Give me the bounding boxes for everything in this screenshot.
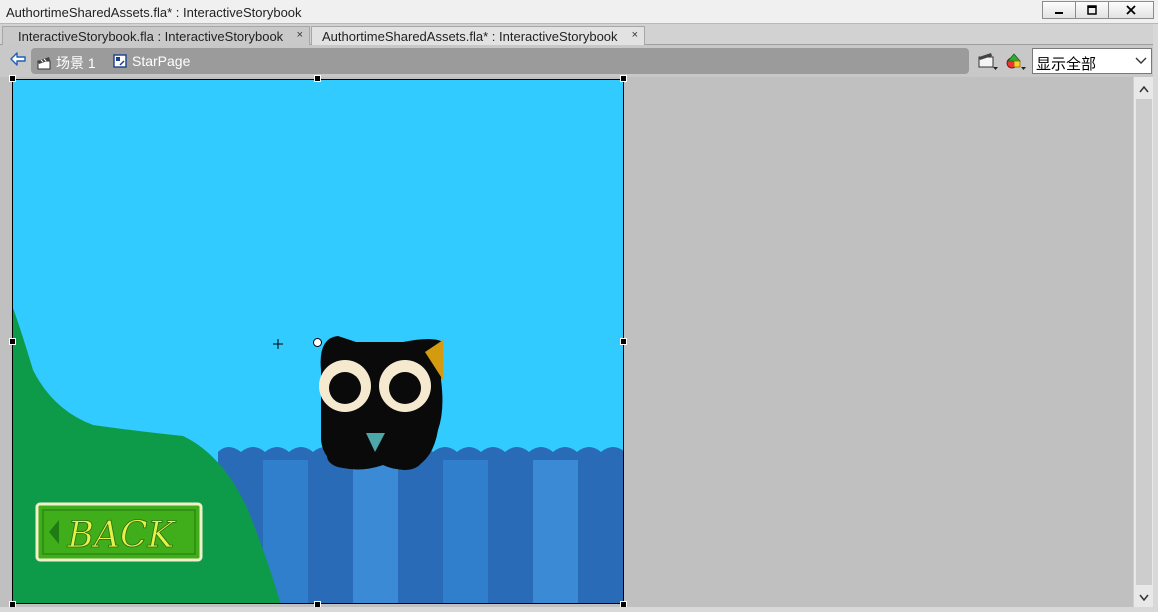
minimize-button[interactable]: [1042, 1, 1076, 19]
clapperboard-icon: [37, 57, 51, 70]
breadcrumb: 场景 1 StarPage: [31, 48, 969, 74]
close-icon: [1126, 5, 1136, 15]
selection-handle[interactable]: [314, 75, 321, 82]
zoom-select[interactable]: 显示全部: [1032, 48, 1152, 74]
stage-area: BACK: [0, 75, 1133, 612]
window-controls: [1042, 1, 1154, 19]
chevron-down-icon: [1139, 594, 1149, 601]
breadcrumb-symbol[interactable]: StarPage: [113, 53, 190, 69]
selection-handle[interactable]: [9, 338, 16, 345]
selection-handle[interactable]: [9, 75, 16, 82]
selection-handle[interactable]: [620, 75, 627, 82]
chevron-up-icon: [1139, 85, 1149, 92]
window-border-bottom: [0, 607, 1158, 612]
breadcrumb-scene[interactable]: 场景 1: [37, 53, 96, 73]
close-window-button[interactable]: [1108, 1, 1154, 19]
edit-symbol-icon[interactable]: [1005, 51, 1027, 71]
chevron-down-icon: [1135, 57, 1147, 64]
tab-close-icon[interactable]: ×: [632, 29, 638, 41]
tab-interactive-storybook[interactable]: InteractiveStorybook.fla : InteractiveSt…: [2, 26, 310, 45]
symbol-label: StarPage: [132, 53, 191, 69]
document-tab-strip: InteractiveStorybook.fla : InteractiveSt…: [0, 24, 1158, 45]
maximize-icon: [1087, 5, 1097, 15]
title-bar: AuthortimeSharedAssets.fla* : Interactiv…: [0, 0, 1158, 24]
tab-close-icon[interactable]: ×: [297, 29, 303, 41]
window-border-right: [1153, 24, 1158, 612]
edit-bar: 场景 1 StarPage 显示全部: [0, 45, 1158, 77]
movieclip-symbol-icon: [113, 54, 127, 68]
registration-crosshair-icon: [273, 339, 283, 349]
back-arrow-icon[interactable]: [10, 52, 26, 66]
owl-character: [319, 336, 443, 470]
vertical-scrollbar[interactable]: [1133, 77, 1153, 607]
tab-label: InteractiveStorybook.fla : InteractiveSt…: [18, 29, 284, 44]
scroll-down-button[interactable]: [1134, 587, 1154, 607]
maximize-button[interactable]: [1075, 1, 1109, 19]
back-button-label: BACK: [67, 515, 177, 556]
transform-point[interactable]: [313, 338, 322, 347]
water: [218, 447, 623, 603]
tab-label: AuthortimeSharedAssets.fla* : Interactiv…: [322, 29, 618, 44]
edit-scene-icon[interactable]: [977, 51, 999, 71]
tab-authortime-shared-assets[interactable]: AuthortimeSharedAssets.fla* : Interactiv…: [311, 26, 645, 45]
scene-label: 场景 1: [56, 55, 96, 71]
scroll-up-button[interactable]: [1134, 79, 1154, 99]
selection-handle[interactable]: [620, 338, 627, 345]
zoom-value: 显示全部: [1036, 56, 1097, 73]
minimize-icon: [1055, 12, 1063, 14]
back-stage-button[interactable]: BACK: [35, 502, 203, 562]
scroll-thumb[interactable]: [1136, 99, 1152, 585]
window-title: AuthortimeSharedAssets.fla* : Interactiv…: [6, 5, 302, 20]
